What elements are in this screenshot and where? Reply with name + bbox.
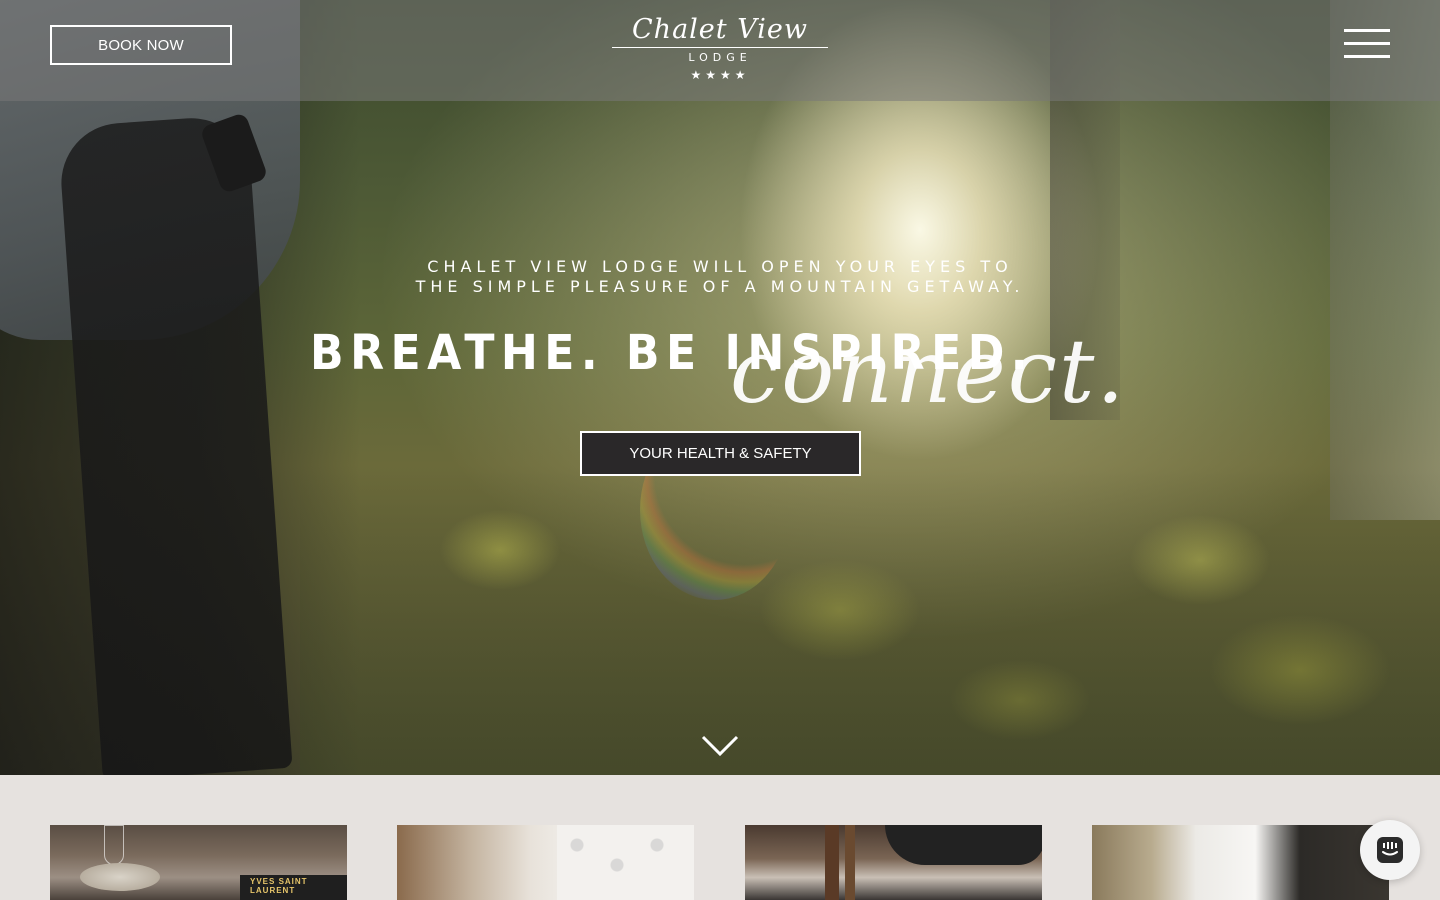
bedroom-photo[interactable] (397, 825, 694, 900)
star-rating: ★★★★ (690, 68, 750, 82)
lounge-photo[interactable]: YVES SAINT LAURENT (50, 825, 347, 900)
dining-photo[interactable] (745, 825, 1042, 900)
menu-bar (1344, 42, 1390, 45)
feature-section: YVES SAINT LAURENT (0, 775, 1440, 900)
site-header: BOOK NOW Chalet View LODGE ★★★★ (0, 0, 1440, 101)
chair-image (825, 825, 839, 900)
logo-rule (612, 47, 828, 48)
plate-image (80, 863, 160, 891)
person-image (885, 825, 1042, 865)
chevron-down-icon[interactable] (701, 735, 739, 757)
hamburger-menu-icon[interactable] (1344, 28, 1390, 60)
wedding-photo[interactable] (1092, 825, 1389, 900)
hero-section: CHALET VIEW LODGE WILL OPEN YOUR EYES TO… (0, 0, 1440, 775)
tagline-line: CHALET VIEW LODGE WILL OPEN YOUR EYES TO (427, 257, 1013, 276)
chair-image (845, 825, 855, 900)
menu-bar (1344, 29, 1390, 32)
logo-name: Chalet View (632, 14, 808, 45)
tagline-line: THE SIMPLE PLEASURE OF A MOUNTAIN GETAWA… (415, 277, 1025, 296)
hero-tagline: CHALET VIEW LODGE WILL OPEN YOUR EYES TO… (320, 257, 1120, 297)
book-image: YVES SAINT LAURENT (240, 875, 347, 900)
health-safety-button[interactable]: YOUR HEALTH & SAFETY (580, 431, 861, 476)
book-now-button[interactable]: BOOK NOW (50, 25, 232, 65)
wine-glass-image (104, 825, 124, 865)
logo[interactable]: Chalet View LODGE ★★★★ (611, 14, 829, 86)
logo-subtitle: LODGE (688, 51, 752, 64)
menu-bar (1344, 55, 1390, 58)
grass-image (300, 470, 1440, 775)
chat-icon[interactable] (1360, 820, 1420, 880)
mattress-image (557, 825, 694, 900)
hero-script-word: connect. (730, 320, 1127, 423)
book-title: YVES SAINT LAURENT (250, 877, 308, 895)
